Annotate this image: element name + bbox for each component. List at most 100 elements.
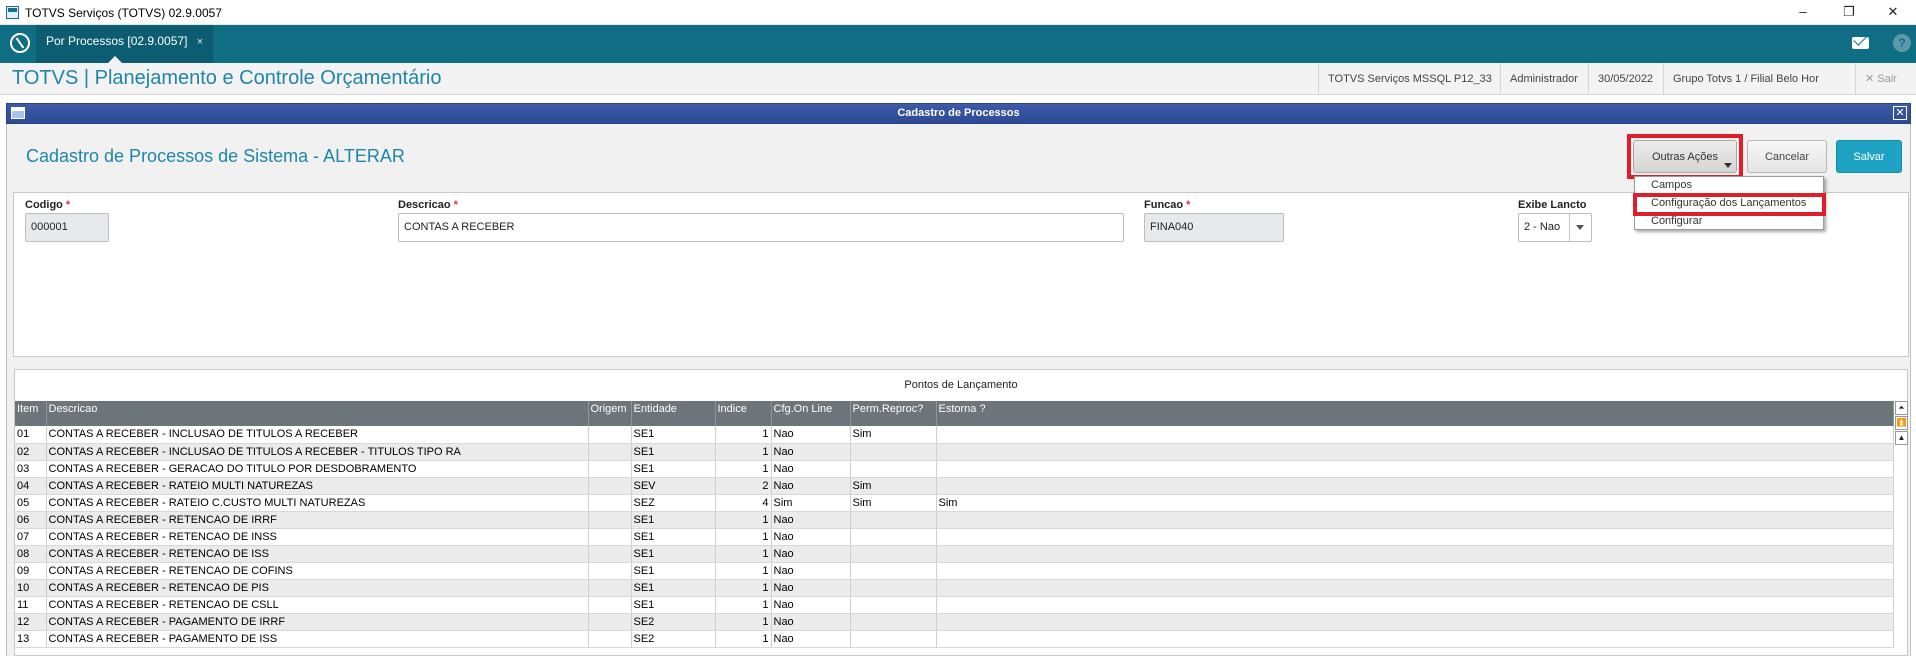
grid-cell	[936, 596, 1894, 614]
exit-button[interactable]: ✕ Sair	[1855, 63, 1906, 95]
tab-close-icon[interactable]: ×	[197, 36, 203, 48]
grid-cell: Nao	[771, 528, 851, 546]
grid-column-header[interactable]: Indice	[715, 401, 772, 426]
grid-cell: Nao	[771, 596, 851, 614]
grid-cell: CONTAS A RECEBER - RETENCAO DE CSLL	[46, 596, 589, 614]
grid-cell: Nao	[771, 562, 851, 580]
grid-cell: SEV	[631, 477, 716, 495]
grid-cell	[588, 613, 632, 631]
exibe-lancto-select[interactable]: 2 - Nao	[1518, 213, 1592, 242]
grid-cell: Sim	[771, 494, 851, 512]
grid-cell: Nao	[771, 460, 851, 478]
grid-cell: 1	[715, 545, 772, 563]
grid-cell: SE1	[631, 545, 716, 563]
grid-cell	[850, 630, 937, 648]
descricao-field[interactable]: CONTAS A RECEBER	[398, 213, 1124, 242]
grid-row[interactable]: 06 CONTAS A RECEBER - RETENCAO DE IRRF SE1…	[15, 511, 1894, 529]
grid-cell: Nao	[771, 443, 851, 461]
grid-column-header[interactable]: Estorna ?	[936, 401, 1894, 426]
grid-cell	[936, 613, 1894, 631]
mail-icon[interactable]	[1852, 37, 1869, 49]
app-title: TOTVS | Planejamento e Controle Orçament…	[12, 67, 442, 89]
restore-button[interactable]: ❐	[1826, 0, 1872, 25]
grid-row[interactable]: 04 CONTAS A RECEBER - RATEIO MULTI NATURE…	[15, 477, 1894, 495]
grid-cell: Sim	[850, 494, 937, 512]
dialog-header: Cadastro de Processos ✕	[6, 103, 1911, 124]
grid-cell: 1	[715, 511, 772, 529]
grid-row[interactable]: 07 CONTAS A RECEBER - RETENCAO DE INSS SE1…	[15, 528, 1894, 546]
dialog-close-icon[interactable]: ✕	[1893, 106, 1907, 120]
window-titlebar: TOTVS Serviços (TOTVS) 02.9.0057 – ❐ ✕	[0, 0, 1916, 25]
grid-row[interactable]: 01 CONTAS A RECEBER - INCLUSAO DE TITULOS…	[15, 426, 1894, 444]
menu-item-configurar[interactable]: Configurar	[1651, 215, 1702, 227]
grid-row[interactable]: 03 CONTAS A RECEBER - GERACAO DO TITULO P…	[15, 460, 1894, 478]
grid-row[interactable]: 13 CONTAS A RECEBER - PAGAMENTO DE ISS SE2…	[15, 630, 1894, 648]
grid-row[interactable]: 11 CONTAS A RECEBER - RETENCAO DE CSLL SE1…	[15, 596, 1894, 614]
grid-column-header[interactable]: Item	[15, 401, 47, 426]
grid-row[interactable]: 12 CONTAS A RECEBER - PAGAMENTO DE IRRF SE…	[15, 613, 1894, 631]
minimize-button[interactable]: –	[1780, 0, 1826, 25]
scroll-page-up-icon[interactable]: ⏫	[1895, 416, 1908, 430]
grid-cell: 1	[715, 426, 772, 444]
dialog-title: Cadastro de Processos	[897, 107, 1020, 119]
grid-cell: 06	[15, 511, 47, 529]
grid-cell	[936, 511, 1894, 529]
grid-table: Item Descricao Origem Entidade Indice Cfg.On …	[15, 401, 1894, 648]
grid-cell: 1	[715, 630, 772, 648]
grid-row[interactable]: 10 CONTAS A RECEBER - RETENCAO DE PIS SE1 1…	[15, 579, 1894, 597]
grid-cell: Nao	[771, 630, 851, 648]
grid-cell: SE1	[631, 511, 716, 529]
scroll-up-icon[interactable]: ▲	[1895, 431, 1908, 445]
grid-cell: CONTAS A RECEBER - INCLUSAO DE TITULOS A…	[46, 443, 589, 461]
funcao-field[interactable]: FINA040	[1144, 213, 1284, 242]
grid-cell	[588, 494, 632, 512]
grid-cell: CONTAS A RECEBER - RETENCAO DE IRRF	[46, 511, 589, 529]
close-window-button[interactable]: ✕	[1870, 0, 1916, 25]
save-button[interactable]: Salvar	[1836, 140, 1902, 173]
grid-cell: Nao	[771, 579, 851, 597]
window-title: TOTVS Serviços (TOTVS) 02.9.0057	[25, 6, 222, 20]
grid-cell: Nao	[771, 426, 851, 444]
grid-row[interactable]: 02 CONTAS A RECEBER - INCLUSAO DE TITULOS…	[15, 443, 1894, 461]
grid-cell: CONTAS A RECEBER - GERACAO DO TITULO POR…	[46, 460, 589, 478]
grid-column-header[interactable]: Origem	[588, 401, 632, 426]
grid-column-header[interactable]: Perm.Reproc?	[850, 401, 937, 426]
grid-cell: CONTAS A RECEBER - PAGAMENTO DE ISS	[46, 630, 589, 648]
environment-info: TOTVS Serviços MSSQL P12_33	[1318, 63, 1501, 95]
grid-cell: Nao	[771, 613, 851, 631]
grid-cell: Sim	[850, 426, 937, 444]
tab-label: Por Processos [02.9.0057]	[46, 34, 188, 48]
grid-cell	[850, 511, 937, 529]
app-header: TOTVS | Planejamento e Controle Orçament…	[0, 63, 1916, 95]
grid-cell	[936, 477, 1894, 495]
grid-cell	[936, 630, 1894, 648]
grid-row[interactable]: 09 CONTAS A RECEBER - RETENCAO DE COFINS S…	[15, 562, 1894, 580]
grid-cell: CONTAS A RECEBER - RETENCAO DE COFINS	[46, 562, 589, 580]
grid-cell: SE2	[631, 630, 716, 648]
help-icon[interactable]: ?	[1893, 34, 1911, 52]
grid-column-header[interactable]: Descricao	[46, 401, 589, 426]
grid-cell	[850, 613, 937, 631]
codigo-field[interactable]: 000001	[25, 213, 109, 242]
menu-item-campos[interactable]: Campos	[1651, 179, 1692, 191]
grid-cell	[850, 579, 937, 597]
grid-row[interactable]: 05 CONTAS A RECEBER - RATEIO C.CUSTO MULT…	[15, 494, 1894, 512]
grid-cell	[850, 545, 937, 563]
grid-cell: SEZ	[631, 494, 716, 512]
grid-header-row: Item Descricao Origem Entidade Indice Cfg.On …	[15, 401, 1894, 426]
scroll-top-icon[interactable]: ⏶	[1895, 401, 1908, 415]
grid-column-header[interactable]: Cfg.On Line	[771, 401, 851, 426]
cancel-button[interactable]: Cancelar	[1747, 140, 1827, 173]
grid-row[interactable]: 08 CONTAS A RECEBER - RETENCAO DE ISS SE1 1…	[15, 545, 1894, 563]
grid-column-header[interactable]: Entidade	[631, 401, 716, 426]
grid-cell	[850, 528, 937, 546]
totvs-home-icon[interactable]	[10, 33, 30, 53]
grid-cell: CONTAS A RECEBER - RATEIO MULTI NATUREZA…	[46, 477, 589, 495]
date-info: 30/05/2022	[1588, 63, 1662, 95]
grid-body: 01 CONTAS A RECEBER - INCLUSAO DE TITULOS…	[15, 426, 1894, 648]
grid-caption: Pontos de Lançamento	[15, 370, 1907, 401]
grid-cell	[588, 579, 632, 597]
highlight-box-more-actions	[1627, 134, 1743, 179]
tab-por-processos[interactable]: Por Processos [02.9.0057] ×	[36, 25, 214, 63]
grid-cell	[588, 426, 632, 444]
